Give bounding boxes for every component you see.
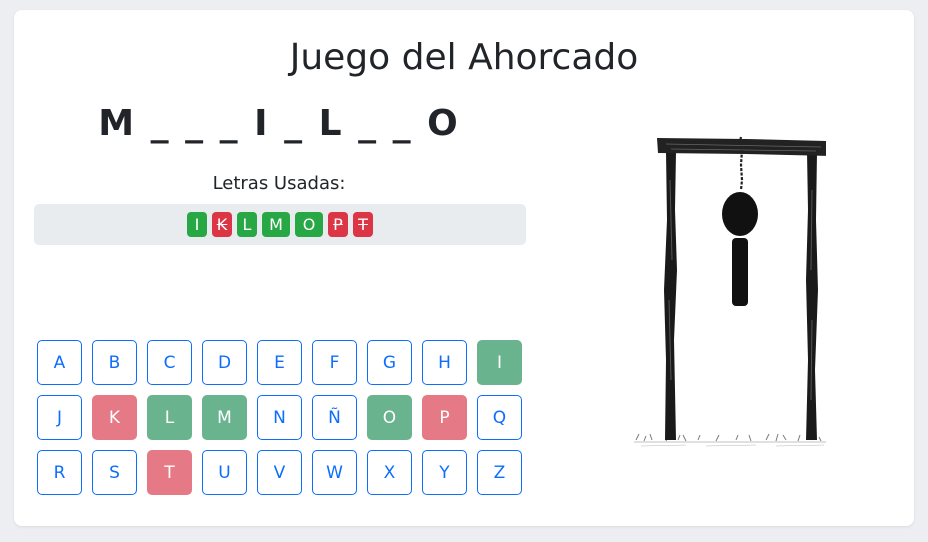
ground-grass (634, 433, 826, 447)
letter-key-n[interactable]: N (257, 395, 302, 440)
used-letter-l: L (237, 212, 257, 237)
letter-key-y[interactable]: Y (422, 450, 467, 495)
letter-key-o[interactable]: O (367, 395, 412, 440)
letter-key-f[interactable]: F (312, 340, 357, 385)
word-display: M _ _ _ I _ L _ _ O (98, 103, 460, 144)
letter-key-g[interactable]: G (367, 340, 412, 385)
letter-key-i[interactable]: I (477, 340, 522, 385)
used-letter-m: M (262, 212, 290, 237)
hangman-head (722, 192, 758, 236)
game-card: Juego del Ahorcado M _ _ _ I _ L _ _ O L… (14, 10, 914, 526)
used-letter-k: K (212, 212, 232, 237)
used-letters-panel: IKLMOPT (34, 204, 526, 245)
gallows-drawing (634, 136, 826, 447)
letter-key-c[interactable]: C (147, 340, 192, 385)
letter-key-b[interactable]: B (92, 340, 137, 385)
letter-key-s[interactable]: S (92, 450, 137, 495)
used-letter-i: I (187, 212, 207, 237)
page-title: Juego del Ahorcado (289, 37, 639, 78)
letter-key-q[interactable]: Q (477, 395, 522, 440)
hangman-body (732, 238, 748, 306)
used-letter-t: T (353, 212, 373, 237)
letter-key-l[interactable]: L (147, 395, 192, 440)
letter-key-e[interactable]: E (257, 340, 302, 385)
used-letter-o: O (295, 212, 323, 237)
letter-key-a[interactable]: A (37, 340, 82, 385)
letter-key-k[interactable]: K (92, 395, 137, 440)
letter-key-m[interactable]: M (202, 395, 247, 440)
letter-key-h[interactable]: H (422, 340, 467, 385)
letter-key-r[interactable]: R (37, 450, 82, 495)
letter-key-u[interactable]: U (202, 450, 247, 495)
letter-key-d[interactable]: D (202, 340, 247, 385)
letter-key-ñ[interactable]: Ñ (312, 395, 357, 440)
letter-key-z[interactable]: Z (477, 450, 522, 495)
used-letters-label: Letras Usadas: (212, 173, 346, 194)
letter-key-p[interactable]: P (422, 395, 467, 440)
letter-key-w[interactable]: W (312, 450, 357, 495)
used-letter-p: P (328, 212, 348, 237)
letter-key-x[interactable]: X (367, 450, 412, 495)
letter-key-v[interactable]: V (257, 450, 302, 495)
letter-key-j[interactable]: J (37, 395, 82, 440)
letter-key-t[interactable]: T (147, 450, 192, 495)
